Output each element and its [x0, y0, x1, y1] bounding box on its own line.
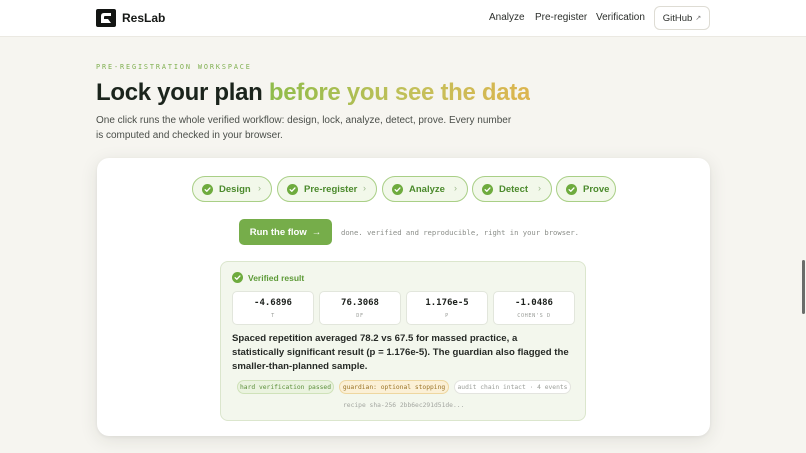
stat-label: T: [271, 313, 275, 319]
result-summary: Spaced repetition averaged 78.2 vs 67.5 …: [232, 333, 569, 372]
check-icon: [392, 183, 403, 195]
stat-label: DF: [356, 313, 364, 319]
step-design[interactable]: Design ›: [192, 176, 272, 202]
brand-name[interactable]: ResLab: [122, 11, 165, 25]
scrollbar-thumb[interactable]: [802, 260, 805, 314]
nav-analyze-link[interactable]: Analyze: [489, 12, 525, 23]
arrow-right-icon: →: [311, 226, 322, 238]
section-eyebrow: PRE-REGISTRATION WORKSPACE: [96, 63, 252, 71]
check-icon: [566, 183, 577, 195]
chevron-right-icon: ›: [454, 183, 457, 193]
result-title: Verified result: [248, 273, 305, 283]
nav-verification-link[interactable]: Verification: [596, 12, 645, 23]
guardian-badge: guardian: optional stopping: [339, 380, 449, 394]
step-prove[interactable]: Prove: [556, 176, 616, 202]
audit-badge: audit chain intact · 4 events: [454, 380, 571, 394]
title-primary: Lock your plan: [96, 79, 269, 106]
check-circle-icon: [232, 272, 243, 283]
step-label: Pre-register: [304, 183, 358, 195]
run-flow-label: Run the flow: [249, 226, 307, 238]
check-icon: [287, 183, 298, 195]
stat-label: P: [445, 313, 449, 319]
step-label: Prove: [583, 183, 610, 195]
stat-card-t: -4.6896 T: [232, 291, 314, 325]
step-label: Design: [219, 183, 251, 195]
stat-value: -4.6896: [254, 298, 292, 308]
run-flow-button[interactable]: Run the flow →: [239, 219, 332, 245]
stat-card-df: 76.3068 DF: [319, 291, 401, 325]
stat-value: -1.0486: [515, 298, 553, 308]
page-subtitle: One click runs the whole verified workfl…: [96, 115, 512, 141]
title-accent: before you see the data: [268, 79, 531, 106]
stat-value: 76.3068: [341, 298, 379, 308]
page-title: Lock your plan before you see the data: [96, 79, 530, 107]
run-status-text: done. verified and reproducible, right i…: [341, 228, 579, 237]
github-label: GitHub: [662, 12, 693, 24]
step-detect[interactable]: Detect ›: [472, 176, 552, 202]
recipe-hash: recipe sha-256 2bb6ec291d51de...: [343, 402, 465, 409]
github-button[interactable]: GitHub ↗: [654, 6, 710, 30]
check-icon: [202, 183, 213, 195]
nav-pre-register-link[interactable]: Pre-register: [535, 12, 587, 23]
logo-icon[interactable]: [96, 9, 116, 27]
chevron-right-icon: ›: [363, 183, 366, 193]
external-link-icon: ↗: [695, 15, 702, 22]
step-label: Analyze: [409, 183, 445, 195]
step-pre-register[interactable]: Pre-register ›: [277, 176, 377, 202]
stat-card-cohens-d: -1.0486 COHEN'S D: [493, 291, 575, 325]
verification-badge: hard verification passed: [237, 380, 334, 394]
step-label: Detect: [499, 183, 529, 195]
top-navbar: ResLab Analyze Pre-register Verification…: [0, 0, 806, 37]
stat-value: 1.176e-5: [425, 298, 469, 308]
step-analyze[interactable]: Analyze ›: [382, 176, 468, 202]
chevron-right-icon: ›: [538, 183, 541, 193]
chevron-right-icon: ›: [258, 183, 261, 193]
check-icon: [482, 183, 493, 195]
stat-card-p: 1.176e-5 P: [406, 291, 488, 325]
stat-label: COHEN'S D: [517, 313, 551, 319]
